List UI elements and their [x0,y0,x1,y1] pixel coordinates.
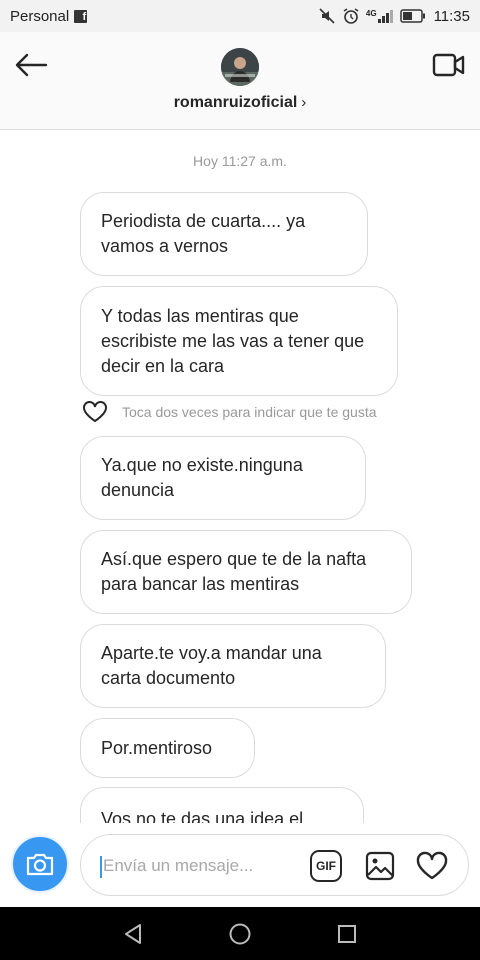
chat-header: romanruizoficial › [0,32,480,130]
message-bubble[interactable]: Vos no te das una idea el [80,787,364,823]
alarm-icon [342,7,360,25]
nav-back-button[interactable] [120,921,146,947]
nav-home-button[interactable] [227,921,253,947]
message-text: Vos no te das una idea el [101,809,304,823]
message-text: Y todas las mentiras que escribiste me l… [101,305,365,376]
video-call-icon [432,53,465,77]
status-right: 4G 11:35 [318,7,470,25]
message-bubble[interactable]: Aparte.te voy.a mandar una carta documen… [80,624,386,708]
username: romanruizoficial [173,94,298,111]
message-bubble[interactable]: Ya.que no existe.ninguna denuncia [80,436,366,520]
message-text: Periodista de cuarta.... ya vamos a vern… [101,211,306,256]
heart-outline-icon [83,401,107,423]
back-button[interactable] [12,48,50,82]
message-bubble[interactable]: Y todas las mentiras que escribiste me l… [80,286,398,396]
message-bubble[interactable]: Por.mentiroso [80,718,255,778]
network-label: 4G [365,9,377,18]
battery-icon [399,9,426,23]
username-link[interactable]: romanruizoficial › [0,94,480,112]
chevron-right-icon: › [301,94,307,111]
message-bubble[interactable]: Periodista de cuarta.... ya vamos a vern… [80,192,368,276]
back-arrow-icon [15,53,48,77]
back-triangle-icon [125,924,141,944]
status-bar: Personal f 4G 11:35 [0,0,480,32]
video-call-button[interactable] [430,48,468,82]
thread-timestamp: Hoy 11:27 a.m. [193,153,287,169]
gif-button[interactable]: GIF [310,850,342,882]
message-thread[interactable]: Hoy 11:27 a.m. Periodista de cuarta.... … [0,130,480,823]
status-left: Personal f [10,7,88,25]
gif-label: GIF [316,859,336,873]
message-input-container: GIF [80,834,469,896]
message-composer: GIF [0,823,480,907]
mute-icon [318,7,336,25]
system-nav-bar [0,907,480,960]
facebook-icon: f [74,9,88,23]
message-bubble[interactable]: Así.que espero que te de la nafta para b… [80,530,412,614]
carrier-label: Personal [10,7,70,25]
message-text: Por.mentiroso [101,737,213,758]
gallery-button[interactable] [364,850,396,882]
heart-icon [416,851,448,880]
clock: 11:35 [433,7,470,25]
like-hint-text: Toca dos veces para indicar que te gusta [122,404,377,420]
camera-icon [26,853,54,876]
like-button[interactable] [415,849,449,883]
message-text: Aparte.te voy.a mandar una carta documen… [101,643,322,688]
gallery-icon [365,851,395,881]
signal-icon: 4G [366,9,394,23]
message-text: Así.que espero que te de la nafta para b… [101,549,367,594]
message-text: Ya.que no existe.ninguna denuncia [101,455,303,500]
camera-button[interactable] [11,835,69,893]
text-caret [100,856,102,878]
home-circle-icon [229,923,251,945]
avatar[interactable] [221,48,259,86]
message-input[interactable] [103,847,303,885]
nav-recents-button[interactable] [334,921,360,947]
recents-square-icon [338,925,356,943]
like-hint[interactable]: Toca dos veces para indicar que te gusta [82,401,377,423]
